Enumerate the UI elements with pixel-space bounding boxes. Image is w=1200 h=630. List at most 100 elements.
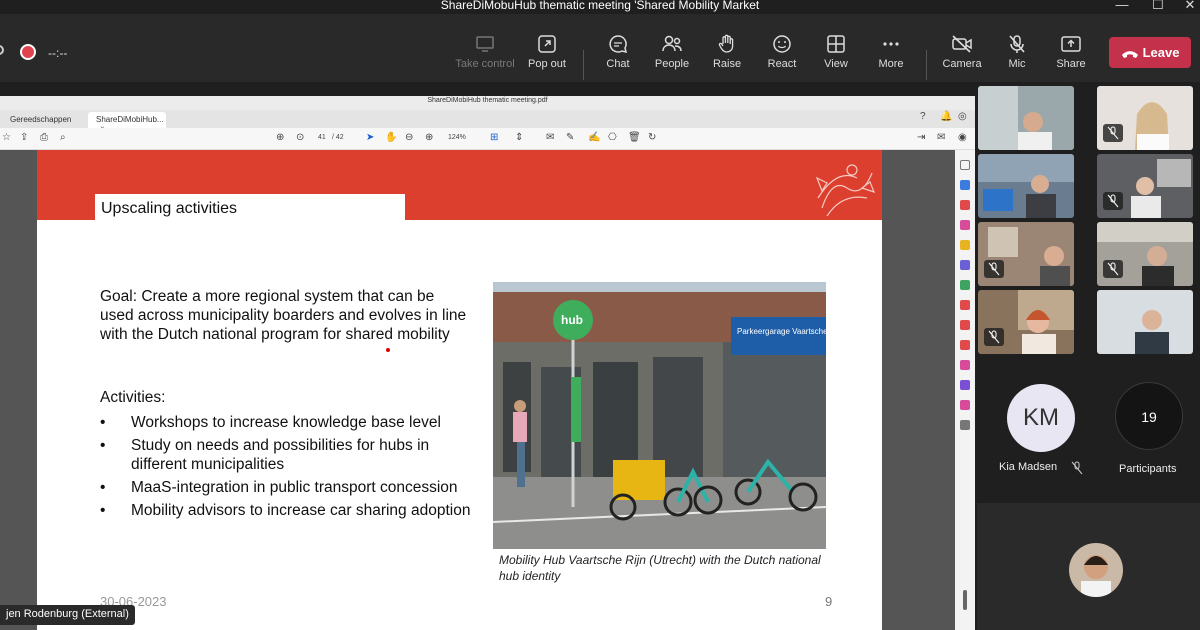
mic-muted-badge (984, 328, 1004, 346)
create-pdf-icon[interactable] (960, 200, 970, 210)
edit-pdf-icon[interactable] (960, 220, 970, 230)
export-icon[interactable]: ⇥ (917, 132, 925, 143)
minimize-icon[interactable]: — (1112, 0, 1132, 12)
zoom-level[interactable]: 124% (448, 134, 466, 141)
pdf-canvas[interactable]: Upscaling activities Goal: Create a more… (0, 150, 955, 630)
meeting-toolbar: --:-- Take control Pop out Chat People R… (0, 14, 1200, 82)
camera-off-icon (952, 35, 972, 53)
search-icon[interactable] (960, 160, 970, 170)
more-button[interactable]: More (858, 34, 924, 90)
select-cursor-icon[interactable]: ➤ (366, 132, 374, 143)
page-up-icon[interactable]: ⊕ (276, 132, 284, 143)
rotate-icon[interactable]: ↻ (648, 132, 656, 143)
mic-muted-badge (1103, 260, 1123, 278)
mic-off-icon (988, 330, 1000, 344)
account-icon[interactable]: ◉ (958, 132, 967, 143)
pdf-tab-bar: Gereedschappen ShareDiMobiHub... × (0, 110, 975, 133)
list-item: Mobility advisors to increase car sharin… (100, 501, 480, 520)
pdf-filename: ShareDiMobiHub thematic meeting.pdf (427, 97, 548, 104)
more-tools-icon[interactable] (960, 420, 970, 430)
stamp-icon[interactable]: ⎔ (608, 132, 617, 143)
pop-out-button[interactable]: Pop out (514, 34, 580, 90)
take-control-button[interactable]: Take control (452, 34, 518, 90)
hand-tool-icon[interactable]: ✋ (385, 132, 397, 143)
logo-emblem (815, 164, 876, 217)
mail-icon[interactable]: ✉ (937, 132, 945, 143)
help-icon[interactable]: ? (920, 111, 926, 122)
zoom-search-icon[interactable]: ⌕ (60, 132, 66, 143)
laser-pointer (386, 348, 390, 352)
self-avatar[interactable] (1069, 543, 1123, 597)
phone-hangup-icon (1121, 50, 1138, 58)
toolbar-divider (583, 50, 584, 80)
tab-tools[interactable]: Gereedschappen (2, 112, 79, 128)
fill-sign-icon[interactable] (960, 360, 970, 370)
smiley-icon (773, 35, 791, 53)
page-current[interactable]: 41 (318, 134, 326, 141)
list-item: Workshops to increase knowledge base lev… (100, 413, 480, 432)
pdf-toolbar: ☆ ⇪ ⎙ ⌕ ⊕ ⊙ 41 / 42 ➤ ✋ ⊖ ⊕ 124% ⊞ ⇕ ✉ ✎… (0, 111, 975, 150)
photo-caption: Mobility Hub Vaartsche Rijn (Utrecht) wi… (499, 553, 821, 583)
send-icon[interactable] (960, 400, 970, 410)
mic-off-icon (1009, 35, 1025, 53)
upload-icon[interactable]: ⇪ (20, 132, 28, 143)
redact-icon[interactable] (960, 300, 970, 310)
hand-icon (718, 34, 734, 53)
star-icon[interactable]: ☆ (2, 132, 11, 143)
organize-icon[interactable] (960, 280, 970, 290)
toolbar-divider (926, 50, 927, 80)
video-tile[interactable] (978, 290, 1074, 354)
parking-sign-text: Parkeergarage Vaartsche Rijn (737, 327, 826, 336)
slide: Upscaling activities Goal: Create a more… (37, 150, 882, 630)
maximize-icon[interactable]: ☐ (1148, 0, 1168, 13)
video-tile[interactable] (1097, 290, 1193, 354)
video-tile[interactable] (1097, 154, 1193, 218)
mic-muted-badge (1103, 192, 1123, 210)
recording-time: --:-- (48, 46, 68, 60)
presenter-name-tag: jen Rodenburg (External) (0, 605, 135, 625)
print-icon[interactable]: ⎙ (40, 132, 48, 143)
fit-page-icon[interactable]: ⊞ (490, 132, 498, 143)
avatar-initials: KM (1023, 404, 1059, 431)
comment-tool-icon[interactable] (960, 240, 970, 250)
leave-button[interactable]: Leave (1109, 37, 1191, 68)
export-pdf-icon[interactable] (960, 180, 970, 190)
mic-off-icon (1071, 461, 1083, 475)
more-icon (883, 42, 899, 46)
combine-icon[interactable] (960, 260, 970, 270)
scroll-mode-icon[interactable]: ⇕ (515, 132, 523, 143)
trash-icon[interactable]: 🗑 (628, 132, 641, 143)
avatar[interactable]: KM (1007, 384, 1075, 452)
profile-icon[interactable]: ◎ (958, 111, 967, 122)
mobility-hub-photo: Parkeergarage Vaartsche Rijn hub (493, 282, 826, 549)
list-item: Study on needs and possibilities for hub… (100, 436, 480, 474)
zoom-in-icon[interactable]: ⊕ (425, 132, 433, 143)
video-tile[interactable] (1097, 86, 1193, 150)
page-down-icon[interactable]: ⊙ (296, 132, 304, 143)
participant-count-button[interactable]: 19 (1115, 382, 1183, 450)
comment-icon[interactable]: ✉ (546, 132, 554, 143)
participant-count-label: Participants (1119, 463, 1177, 475)
close-icon[interactable]: ✕ (1180, 0, 1200, 13)
pen-icon[interactable]: ✎ (566, 132, 574, 143)
compress-icon[interactable] (960, 340, 970, 350)
mic-muted-badge (1103, 124, 1123, 142)
activities-list: Workshops to increase knowledge base lev… (100, 413, 480, 524)
protect-icon[interactable] (960, 320, 970, 330)
video-tile[interactable] (1097, 222, 1193, 286)
scrollbar-thumb[interactable] (963, 590, 967, 610)
video-tile[interactable] (978, 154, 1074, 218)
sign-icon[interactable]: ✍ (588, 132, 600, 143)
shared-screen[interactable]: ShareDiMobiHub thematic meeting.pdf Gere… (0, 96, 975, 630)
shield-icon (0, 45, 4, 55)
video-tile[interactable] (978, 222, 1074, 286)
stamp-tool-icon[interactable] (960, 380, 970, 390)
take-control-label: Take control (455, 58, 515, 70)
zoom-out-icon[interactable]: ⊖ (405, 132, 413, 143)
tab-document[interactable]: ShareDiMobiHub... × (88, 112, 166, 133)
bell-icon[interactable]: 🔔 (940, 111, 952, 122)
video-tile[interactable] (978, 86, 1074, 150)
mic-off-icon (1107, 262, 1119, 276)
share-icon (1061, 36, 1081, 52)
activities-heading: Activities: (100, 389, 166, 406)
